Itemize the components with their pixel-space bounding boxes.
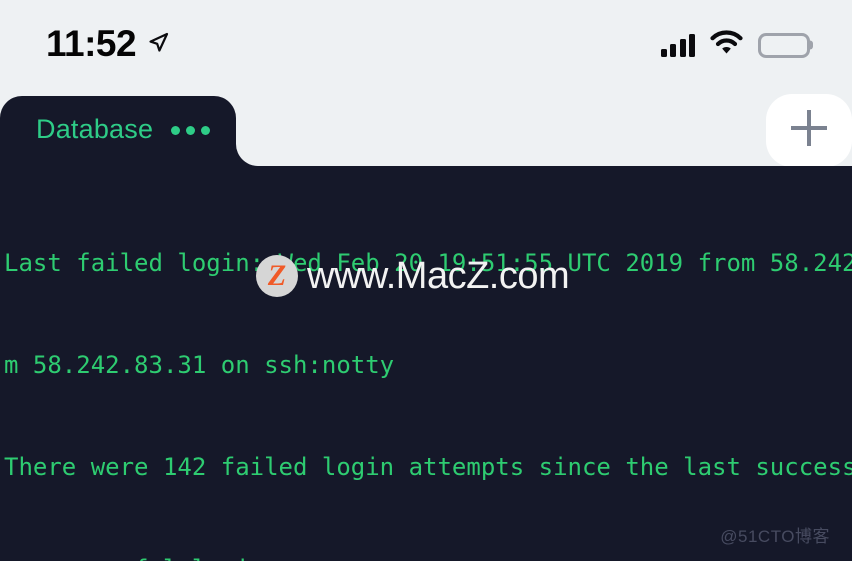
ellipsis-icon[interactable] (171, 125, 211, 137)
location-arrow-icon (145, 30, 171, 61)
battery-full-icon (758, 32, 810, 58)
terminal-line: successful login. (4, 552, 852, 561)
cellular-signal-icon (660, 33, 695, 57)
status-bar-right (660, 30, 810, 60)
status-bar-left: 11:52 (46, 25, 171, 65)
tab-label: Database (36, 114, 154, 144)
terminal-lines: Last failed login: Wed Feb 20 19:51:55 U… (0, 178, 852, 561)
tab-strip: Database (0, 96, 852, 166)
tab-database[interactable]: Database (0, 96, 236, 166)
status-bar: 11:52 (0, 0, 852, 90)
terminal-line: m 58.242.83.31 on ssh:notty (4, 351, 395, 379)
tab-notch (236, 144, 258, 166)
terminal-line: There were 142 failed login attempts sin… (4, 453, 852, 481)
terminal-line: Last failed login: Wed Feb 20 19:51:55 U… (4, 249, 852, 277)
status-time: 11:52 (46, 23, 137, 64)
terminal-output-panel[interactable]: Last failed login: Wed Feb 20 19:51:55 U… (0, 166, 852, 561)
wifi-icon (710, 30, 743, 60)
